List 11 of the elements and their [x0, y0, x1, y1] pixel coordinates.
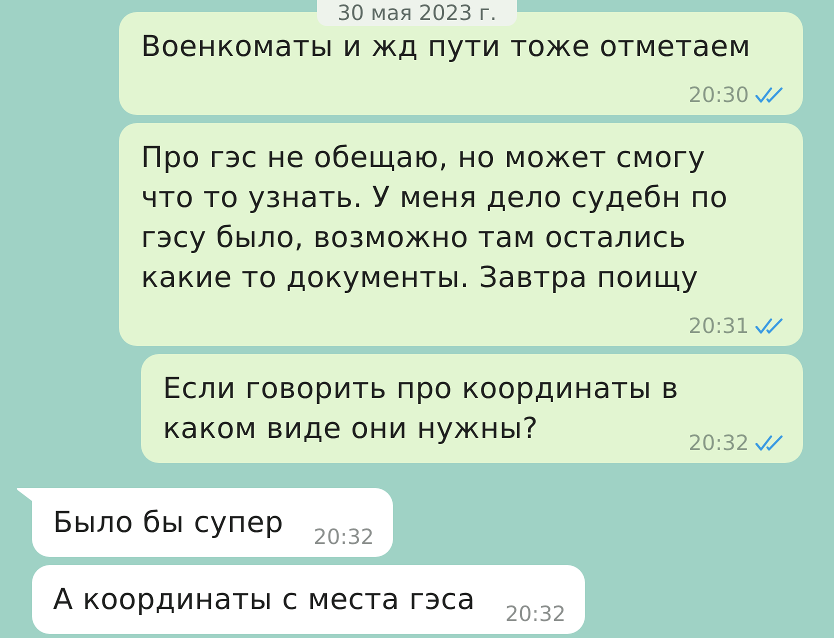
message-time: 20:32 — [505, 603, 566, 625]
message-time: 20:31 — [688, 315, 749, 337]
date-chip: 30 мая 2023 г. — [317, 0, 517, 26]
message-time: 20:32 — [688, 432, 749, 454]
message-text: Про гэс не обещаю, но может смогу что то узнать. У меня дело судебн по гэсу было, возможно там остались какие то документы. Завтра поищу — [141, 139, 728, 296]
message-text: А координаты с места гэса — [53, 581, 476, 618]
message-time: 20:30 — [688, 84, 749, 106]
message-text: Если говорить про координаты в каком виде они нужны? — [162, 370, 678, 447]
message-time: 20:32 — [314, 526, 374, 548]
message-text: Было бы супер — [53, 504, 284, 541]
message-text: Военкоматы и жд пути тоже отметаем — [141, 28, 751, 65]
